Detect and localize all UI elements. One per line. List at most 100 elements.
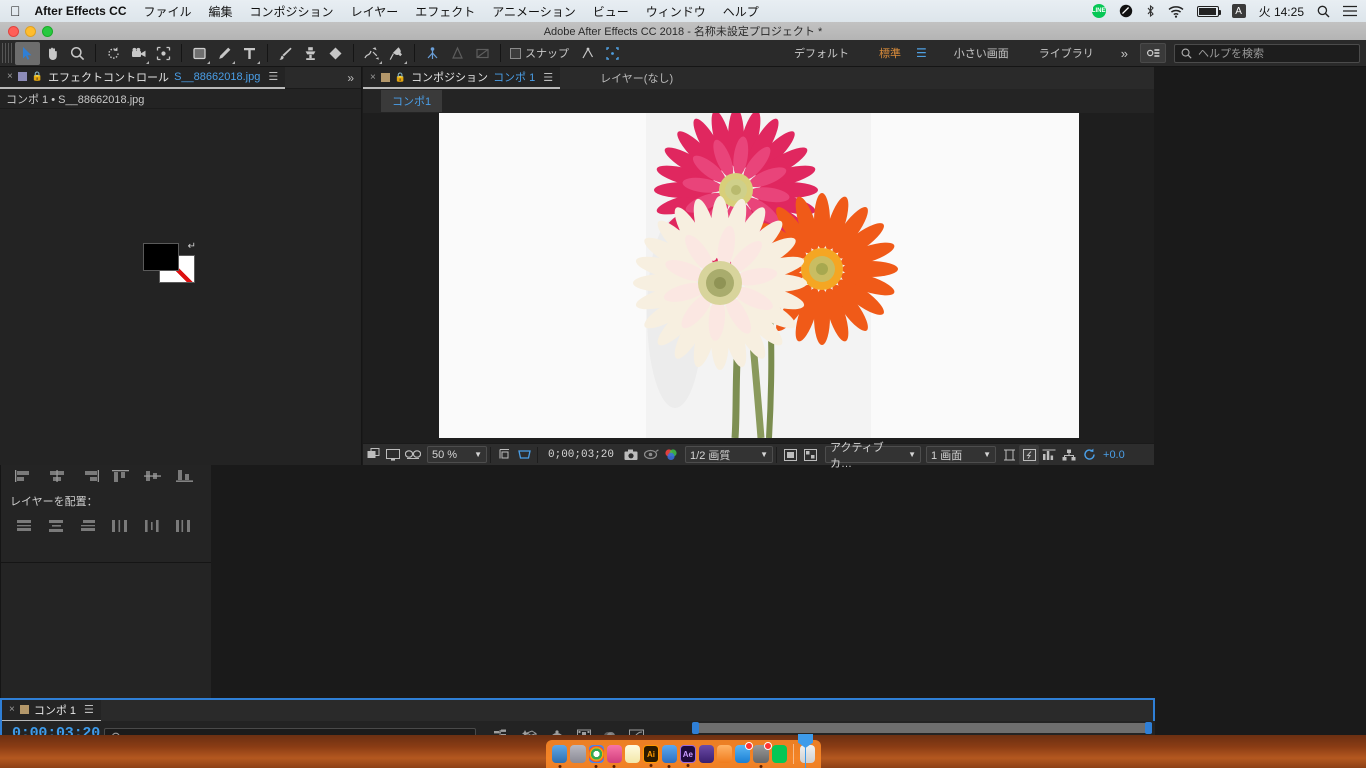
workspace-small-screen[interactable]: 小さい画面 xyxy=(939,45,1024,61)
menu-item-composition[interactable]: コンポジション xyxy=(250,3,334,20)
text-tool[interactable] xyxy=(237,42,262,65)
menu-item-effect[interactable]: エフェクト xyxy=(415,3,475,20)
work-area-bar[interactable] xyxy=(695,723,1152,733)
roto-brush-tool[interactable] xyxy=(359,42,384,65)
snapping-bounds-icon[interactable] xyxy=(600,42,625,65)
distribute-top-icon[interactable] xyxy=(10,515,40,536)
premiere-icon[interactable] xyxy=(699,745,714,763)
tab-effect-controls[interactable]: × 🔒 エフェクトコントロール S__88662018.jpg ☰ xyxy=(0,67,285,89)
hand-tool[interactable] xyxy=(40,42,65,65)
notes-icon[interactable] xyxy=(625,745,640,763)
align-right-icon[interactable] xyxy=(74,465,104,486)
workspace-standard[interactable]: 標準 xyxy=(864,45,916,61)
tab-composition[interactable]: × 🔒 コンポジション コンポ 1 ☰ xyxy=(363,67,560,89)
system-preferences-icon[interactable] xyxy=(753,745,768,763)
zoom-level-select[interactable]: 50 % ▼ xyxy=(427,446,487,463)
fill-stroke-color-controls[interactable]: ↵ xyxy=(143,243,195,283)
transparency-grid-icon[interactable] xyxy=(800,445,820,465)
itunes-icon[interactable] xyxy=(607,745,622,763)
composition-canvas[interactable] xyxy=(439,113,1079,438)
show-snapshot-icon[interactable] xyxy=(641,445,661,465)
panel-menu-icon[interactable]: ☰ xyxy=(268,70,278,83)
breadcrumb-item[interactable]: コンポ1 xyxy=(381,90,442,112)
fill-color-swatch[interactable] xyxy=(143,243,179,271)
resolution-icon[interactable] xyxy=(494,445,514,465)
clone-stamp-tool[interactable] xyxy=(298,42,323,65)
lock-icon[interactable]: 🔒 xyxy=(395,72,406,83)
views-select[interactable]: 1 画面 ▼ xyxy=(926,446,996,463)
mask-tool[interactable] xyxy=(470,42,495,65)
dropbox-icon[interactable] xyxy=(1119,4,1133,18)
menu-item-window[interactable]: ウィンドウ xyxy=(646,3,706,20)
current-time-display[interactable]: 0;00;03;20 xyxy=(541,449,621,461)
snap-toggle[interactable]: スナップ xyxy=(510,45,569,61)
always-preview-icon[interactable] xyxy=(363,445,383,465)
align-tool[interactable] xyxy=(445,42,470,65)
work-area-end-handle[interactable] xyxy=(1145,722,1152,734)
snapshot-icon[interactable] xyxy=(621,445,641,465)
distribute-horizontal-center-icon[interactable] xyxy=(138,515,168,536)
menu-item-view[interactable]: ビュー xyxy=(593,3,629,20)
guides-icon[interactable] xyxy=(999,445,1019,465)
line-icon[interactable]: LINE xyxy=(1092,4,1106,18)
align-top-icon[interactable] xyxy=(106,465,136,486)
battery-icon[interactable] xyxy=(1197,6,1219,17)
sketch-icon[interactable] xyxy=(662,745,677,763)
ibooks-icon[interactable] xyxy=(717,745,732,763)
workspace-more-icon[interactable]: » xyxy=(1109,46,1140,61)
menu-item-app[interactable]: After Effects CC xyxy=(35,4,127,18)
puppet-pin-tool[interactable] xyxy=(384,42,409,65)
close-tab-icon[interactable]: × xyxy=(9,704,15,715)
distribute-right-icon[interactable] xyxy=(170,515,200,536)
snap-checkbox[interactable] xyxy=(510,48,521,59)
workspace-library[interactable]: ライブラリ xyxy=(1024,45,1109,61)
workspace-settings-icon[interactable] xyxy=(1140,43,1166,63)
app-store-icon[interactable] xyxy=(735,745,750,763)
zoom-tool[interactable] xyxy=(65,42,90,65)
align-left-icon[interactable] xyxy=(10,465,40,486)
selection-tool[interactable] xyxy=(15,42,40,65)
workspace-menu-icon[interactable]: ☰ xyxy=(916,46,939,60)
pixel-aspect-icon[interactable] xyxy=(1039,445,1059,465)
align-bottom-icon[interactable] xyxy=(170,465,200,486)
close-tab-icon[interactable]: × xyxy=(370,72,376,83)
panel-more-icon[interactable]: » xyxy=(340,71,361,85)
pen-tool[interactable] xyxy=(212,42,237,65)
composition-viewer[interactable] xyxy=(363,113,1154,443)
region-of-interest-icon[interactable] xyxy=(514,445,534,465)
trash-icon[interactable] xyxy=(800,745,815,763)
bluetooth-icon[interactable] xyxy=(1146,4,1155,18)
menu-item-layer[interactable]: レイヤー xyxy=(351,3,399,20)
alpha-boundary-icon[interactable] xyxy=(780,445,800,465)
rectangle-tool[interactable] xyxy=(187,42,212,65)
input-source-icon[interactable]: A xyxy=(1232,4,1246,18)
illustrator-icon[interactable]: Ai xyxy=(643,745,659,763)
swap-colors-icon[interactable]: ↵ xyxy=(188,241,196,252)
finder-icon[interactable] xyxy=(552,745,567,763)
toolbar-grip[interactable] xyxy=(2,43,12,63)
chrome-icon[interactable] xyxy=(589,745,604,763)
apple-icon[interactable]:  xyxy=(10,4,21,18)
distribute-vertical-center-icon[interactable] xyxy=(42,515,72,536)
menu-item-help[interactable]: ヘルプ xyxy=(723,3,759,20)
eraser-tool[interactable] xyxy=(323,42,348,65)
view-select[interactable]: アクティブカ… ▼ xyxy=(825,446,921,463)
menu-item-file[interactable]: ファイル xyxy=(144,3,192,20)
anchor-point-tool[interactable] xyxy=(420,42,445,65)
close-tab-icon[interactable]: × xyxy=(7,71,13,82)
after-effects-icon[interactable]: Ae xyxy=(680,745,696,763)
pan-behind-tool[interactable] xyxy=(151,42,176,65)
launchpad-icon[interactable] xyxy=(570,745,585,763)
menu-item-animation[interactable]: アニメーション xyxy=(492,3,576,20)
panel-menu-icon[interactable]: ☰ xyxy=(84,703,94,716)
lock-icon[interactable]: 🔒 xyxy=(32,71,43,82)
quality-select[interactable]: 1/2 画質 ▼ xyxy=(685,446,773,463)
snapping-angle-icon[interactable] xyxy=(575,42,600,65)
camera-tool[interactable] xyxy=(126,42,151,65)
rotation-tool[interactable] xyxy=(101,42,126,65)
menu-item-edit[interactable]: 編集 xyxy=(209,3,233,20)
help-search-input[interactable]: ヘルプを検索 xyxy=(1174,44,1360,63)
workspace-default[interactable]: デフォルト xyxy=(779,45,864,61)
distribute-left-icon[interactable] xyxy=(106,515,136,536)
brush-tool[interactable] xyxy=(273,42,298,65)
